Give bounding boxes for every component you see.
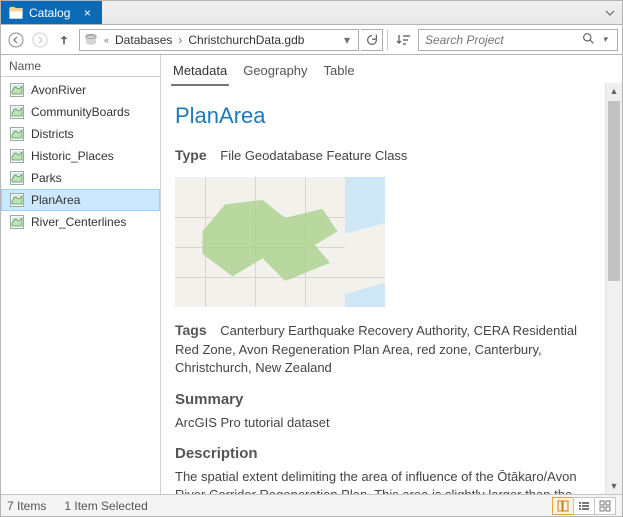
breadcrumb-level2[interactable]: ChristchurchData.gdb [188,33,304,47]
list-item-label: River_Centerlines [31,215,126,229]
search-icon[interactable] [582,32,595,48]
type-label: Type [175,147,207,163]
list-item-label: Historic_Places [31,149,114,163]
geodatabase-icon [84,33,98,47]
view-details-button[interactable] [552,497,574,515]
refresh-button[interactable] [361,29,383,51]
scroll-down-arrow[interactable]: ▼ [606,478,622,494]
window-menu-button[interactable] [598,1,622,24]
up-button[interactable] [53,29,75,51]
tags-label: Tags [175,322,207,338]
breadcrumb-level1[interactable]: Databases [115,33,172,47]
close-icon[interactable]: × [80,6,94,20]
list-item-label: CommunityBoards [31,105,130,119]
status-selected-count: 1 Item Selected [64,499,147,513]
tab-geography[interactable]: Geography [241,59,309,86]
vertical-scrollbar[interactable]: ▲ ▼ [605,83,622,494]
feature-class-icon [9,82,25,98]
tab-table[interactable]: Table [322,59,357,86]
feature-class-icon [9,148,25,164]
tab-metadata[interactable]: Metadata [171,59,229,86]
scroll-thumb[interactable] [608,101,620,281]
scroll-up-arrow[interactable]: ▲ [606,83,622,99]
title-bar: Catalog × [1,1,622,25]
breadcrumb-dropdown[interactable]: ▾ [340,33,354,47]
item-list: AvonRiver CommunityBoards Districts Histori… [1,77,160,235]
feature-class-icon [9,214,25,230]
tab-title: Catalog [29,6,70,20]
summary-label: Summary [175,389,602,410]
list-item-label: AvonRiver [31,83,86,97]
feature-class-icon [9,192,25,208]
content-pane: Metadata Geography Table PlanArea Type Fil… [161,55,622,494]
breadcrumb[interactable]: « Databases › ChristchurchData.gdb ▾ [79,29,359,51]
feature-class-icon [9,170,25,186]
status-item-count: 7 Items [7,499,46,513]
main-area: Name AvonRiver CommunityBoards Districts Hi… [1,55,622,494]
type-value: File Geodatabase Feature Class [220,148,407,163]
view-list-button[interactable] [573,497,595,515]
toolbar: « Databases › ChristchurchData.gdb ▾ ▾ [1,25,622,55]
list-item-label: Districts [31,127,74,141]
search-box[interactable]: ▾ [418,29,618,51]
list-item[interactable]: River_Centerlines [1,211,160,233]
tags-value: Canterbury Earthquake Recovery Authority… [175,323,577,375]
feature-class-icon [9,104,25,120]
description-value: The spatial extent delimiting the area o… [175,468,602,494]
item-title: PlanArea [175,101,602,132]
list-item-label: Parks [31,171,62,185]
list-item[interactable]: Parks [1,167,160,189]
view-tiles-button[interactable] [594,497,616,515]
breadcrumb-root-sep: « [102,35,111,45]
feature-class-icon [9,126,25,142]
catalog-icon [9,6,23,20]
sidebar: Name AvonRiver CommunityBoards Districts Hi… [1,55,161,494]
list-item[interactable]: Districts [1,123,160,145]
view-mode-buttons [553,497,616,515]
catalog-tab[interactable]: Catalog × [1,1,102,24]
summary-value: ArcGIS Pro tutorial dataset [175,414,602,432]
list-item[interactable]: AvonRiver [1,79,160,101]
thumbnail-image [175,177,385,307]
status-bar: 7 Items 1 Item Selected [1,494,622,516]
list-item[interactable]: CommunityBoards [1,101,160,123]
description-label: Description [175,443,602,464]
list-item-label: PlanArea [31,193,80,207]
back-button[interactable] [5,29,27,51]
sort-button[interactable] [392,29,416,51]
list-item[interactable]: Historic_Places [1,145,160,167]
forward-button[interactable] [29,29,51,51]
content-tabs: Metadata Geography Table [161,55,622,87]
list-item[interactable]: PlanArea [1,189,160,211]
search-dropdown[interactable]: ▾ [599,34,611,45]
chevron-right-icon: › [176,33,184,47]
metadata-panel: PlanArea Type File Geodatabase Feature C… [161,87,622,494]
search-input[interactable] [425,33,582,47]
column-header-name[interactable]: Name [1,55,160,77]
